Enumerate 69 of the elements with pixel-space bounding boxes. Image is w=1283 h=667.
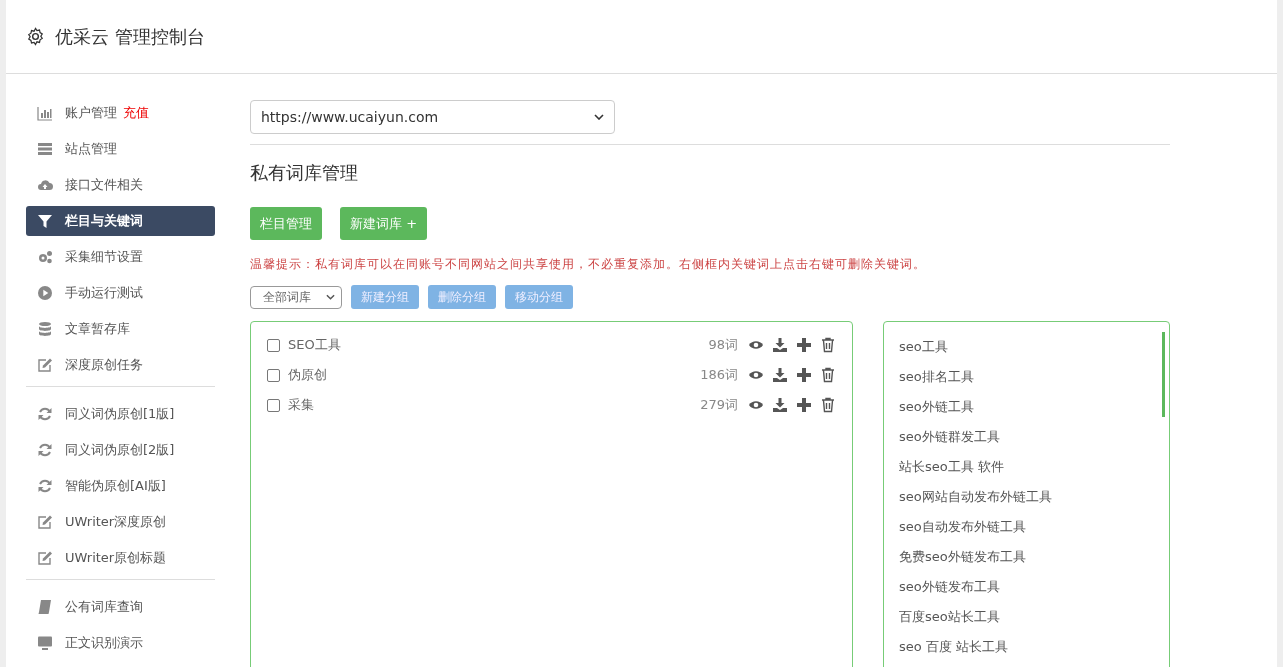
chevron-down-icon [594, 114, 604, 120]
sidebar-item[interactable]: 正文识别演示 [26, 628, 215, 658]
sidebar-item[interactable]: 智能伪原创[AI版] [26, 471, 215, 501]
keyword-item[interactable]: 百度seo站长工具 [899, 602, 1154, 632]
sidebar-item[interactable]: 采集细节设置 [26, 242, 215, 272]
keyword-item[interactable]: seo自动发布外链工具 [899, 512, 1154, 542]
site-select[interactable]: https://www.ucaiyun.com [250, 100, 615, 134]
plus-icon[interactable] [796, 367, 812, 383]
console-title: 优采云 管理控制台 [55, 24, 205, 49]
sidebar-item[interactable]: UWriter原创标题 [26, 543, 215, 573]
keyword-item[interactable]: seo工具 [899, 332, 1154, 362]
scrollbar-thumb[interactable] [1162, 332, 1165, 417]
keyword-item[interactable]: seo外链发布工具 [899, 572, 1154, 602]
plus-icon[interactable] [796, 337, 812, 353]
group-select[interactable]: 全部词库 [250, 285, 342, 309]
monitor-icon [37, 635, 53, 651]
refresh-icon [37, 442, 53, 458]
trash-icon[interactable] [820, 337, 836, 353]
sidebar-item[interactable]: 文章暂存库 [26, 314, 215, 344]
play-icon [37, 285, 53, 301]
sidebar-item[interactable]: 同义词伪原创[1版] [26, 399, 215, 429]
keyword-item[interactable]: seo外链工具 [899, 392, 1154, 422]
download-icon[interactable] [772, 397, 788, 413]
database-icon [37, 321, 53, 337]
cloud-upload-icon [37, 177, 53, 193]
library-checkbox[interactable] [267, 338, 280, 352]
plus-icon[interactable] [796, 397, 812, 413]
recharge-link[interactable]: 充值 [123, 104, 149, 122]
library-name: 伪原创 [288, 366, 328, 384]
keyword-item[interactable]: 免费seo外链发布工具 [899, 542, 1154, 572]
edit-icon [37, 514, 53, 530]
library-checkbox[interactable] [267, 368, 280, 382]
word-count: 186词 [700, 366, 738, 384]
library-name: SEO工具 [288, 336, 342, 354]
sidebar-item[interactable]: 栏目与关键词 [26, 206, 215, 236]
section-title: 私有词库管理 [250, 161, 359, 185]
bar-chart-icon [37, 105, 53, 121]
edit-icon [37, 357, 53, 373]
book-icon [37, 599, 53, 615]
chevron-down-icon [326, 294, 335, 300]
server-icon [37, 141, 53, 157]
edit-icon [37, 550, 53, 566]
word-count: 98词 [708, 336, 738, 354]
refresh-icon [37, 478, 53, 494]
keyword-item[interactable]: 站长seo工具 软件 [899, 452, 1154, 482]
trash-icon[interactable] [820, 397, 836, 413]
trash-icon[interactable] [820, 367, 836, 383]
keyword-item[interactable]: seo外链群发工具 [899, 422, 1154, 452]
sidebar-item[interactable]: 接口文件相关 [26, 170, 215, 200]
download-icon[interactable] [772, 367, 788, 383]
filter-icon [37, 213, 53, 229]
keyword-item[interactable]: seo网站自动发布外链工具 [899, 482, 1154, 512]
keyword-item[interactable]: seo排名工具 [899, 362, 1154, 392]
settings-icon [26, 27, 45, 46]
sidebar-item[interactable]: 站点管理 [26, 134, 215, 164]
library-name: 采集 [288, 396, 315, 414]
sidebar-item[interactable]: UWriter深度原创 [26, 507, 215, 537]
word-count: 279词 [700, 396, 738, 414]
gears-icon [37, 249, 53, 265]
keyword-item[interactable]: seo 百度 站长工具 [899, 632, 1154, 662]
sidebar-item[interactable]: 公有词库查询 [26, 592, 215, 622]
refresh-icon [37, 406, 53, 422]
download-icon[interactable] [772, 337, 788, 353]
tip-text: 温馨提示：私有词库可以在同账号不同网站之间共享使用，不必重复添加。右侧框内关键词上点击右键可删除关键词。 [250, 256, 927, 273]
sidebar-item[interactable]: 深度原创任务 [26, 350, 215, 380]
sidebar-item[interactable]: 账户管理 充值 [26, 98, 215, 128]
library-checkbox[interactable] [267, 398, 280, 412]
sidebar-item[interactable]: 同义词伪原创[2版] [26, 435, 215, 465]
sidebar-item[interactable]: 手动运行测试 [26, 278, 215, 308]
